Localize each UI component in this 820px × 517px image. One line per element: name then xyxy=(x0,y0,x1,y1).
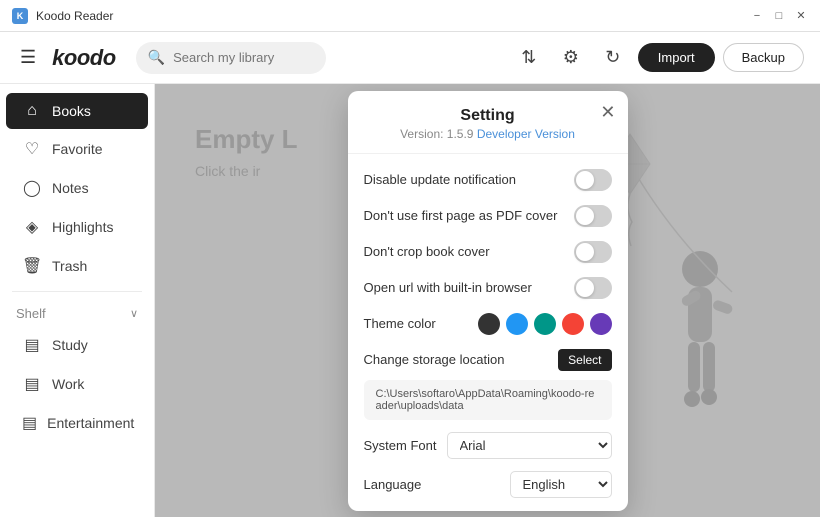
sidebar-item-notes-label: Notes xyxy=(52,180,89,196)
app-container: ☰ koodo 🔍 ⇅ ⚙ ↻ Import Backup ⌂ Books ♡ … xyxy=(0,32,820,517)
sidebar-item-books[interactable]: ⌂ Books xyxy=(6,93,148,129)
sidebar-item-favorite-label: Favorite xyxy=(52,141,103,157)
close-window-button[interactable]: ✕ xyxy=(794,9,808,23)
sidebar-item-entertainment-label: Entertainment xyxy=(47,415,134,431)
sidebar-item-trash[interactable]: 🗑 Trash xyxy=(6,247,148,285)
storage-label: Change storage location xyxy=(364,352,559,367)
sidebar-item-work-label: Work xyxy=(52,376,84,392)
modal-title: Setting xyxy=(460,107,514,125)
language-select[interactable]: English Chinese Spanish French xyxy=(510,471,612,498)
backup-button[interactable]: Backup xyxy=(723,43,804,72)
font-label: System Font xyxy=(364,438,447,453)
color-purple[interactable] xyxy=(590,313,612,335)
notes-icon: ◯ xyxy=(22,178,42,198)
sidebar-item-study[interactable]: ▤ Study xyxy=(6,326,148,364)
sidebar-item-books-label: Books xyxy=(52,103,91,119)
home-icon: ⌂ xyxy=(22,102,42,120)
shelf-section[interactable]: Shelf ∨ xyxy=(0,298,154,325)
sidebar-item-study-label: Study xyxy=(52,337,88,353)
trash-icon: 🗑 xyxy=(22,256,42,276)
title-bar-left: K Koodo Reader xyxy=(12,8,113,24)
setting-font: System Font Arial Times New Roman Verdan… xyxy=(348,426,628,465)
setting-disable-update: Disable update notification xyxy=(348,162,628,198)
setting-theme-color: Theme color xyxy=(348,306,628,342)
modal-divider-top xyxy=(348,153,628,154)
heart-icon: ♡ xyxy=(22,139,42,159)
modal-overlay: Setting ✕ Version: 1.5.9 Developer Versi… xyxy=(155,84,820,517)
sidebar-item-highlights[interactable]: ◈ Highlights xyxy=(6,208,148,246)
search-input[interactable] xyxy=(173,50,314,65)
search-box: 🔍 xyxy=(136,42,326,74)
highlights-icon: ◈ xyxy=(22,217,42,237)
window-controls: − □ ✕ xyxy=(750,9,808,23)
no-crop-toggle[interactable] xyxy=(574,241,612,263)
title-bar: K Koodo Reader − □ ✕ xyxy=(0,0,820,32)
entertainment-icon: ▤ xyxy=(22,413,37,433)
no-first-page-toggle[interactable] xyxy=(574,205,612,227)
storage-path: C:\Users\softaro\AppData\Roaming\koodo-r… xyxy=(364,380,612,420)
version-text: Version: 1.5.9 xyxy=(400,127,473,141)
study-icon: ▤ xyxy=(22,335,42,355)
maximize-button[interactable]: □ xyxy=(772,9,786,23)
sync-button[interactable]: ↻ xyxy=(596,41,630,75)
hamburger-button[interactable]: ☰ xyxy=(16,43,40,72)
chevron-down-icon: ∨ xyxy=(130,307,138,320)
color-teal[interactable] xyxy=(534,313,556,335)
search-engine-label: Default search engine xyxy=(364,510,481,511)
setting-no-crop: Don't crop book cover xyxy=(348,234,628,270)
settings-modal: Setting ✕ Version: 1.5.9 Developer Versi… xyxy=(348,91,628,511)
app-icon: K xyxy=(12,8,28,24)
minimize-button[interactable]: − xyxy=(750,9,764,23)
storage-select-button[interactable]: Select xyxy=(558,349,611,371)
modal-close-button[interactable]: ✕ xyxy=(600,103,615,121)
sidebar: ⌂ Books ♡ Favorite ◯ Notes ◈ Highlights … xyxy=(0,84,155,517)
header: ☰ koodo 🔍 ⇅ ⚙ ↻ Import Backup xyxy=(0,32,820,84)
body: ⌂ Books ♡ Favorite ◯ Notes ◈ Highlights … xyxy=(0,84,820,517)
sidebar-item-notes[interactable]: ◯ Notes xyxy=(6,169,148,207)
color-blue[interactable] xyxy=(506,313,528,335)
language-label: Language xyxy=(364,477,510,492)
setting-no-first-page: Don't use first page as PDF cover xyxy=(348,198,628,234)
sidebar-item-work[interactable]: ▤ Work xyxy=(6,365,148,403)
main-content: Empty L Click the ir xyxy=(155,84,820,517)
theme-color-picker xyxy=(478,313,612,335)
no-crop-label: Don't crop book cover xyxy=(364,244,574,259)
color-black[interactable] xyxy=(478,313,500,335)
disable-update-toggle[interactable] xyxy=(574,169,612,191)
modal-version: Version: 1.5.9 Developer Version xyxy=(348,125,628,153)
settings-button[interactable]: ⚙ xyxy=(554,41,588,75)
setting-open-url: Open url with built-in browser xyxy=(348,270,628,306)
logo: koodo xyxy=(52,45,116,71)
sidebar-item-trash-label: Trash xyxy=(52,258,87,274)
open-url-toggle[interactable] xyxy=(574,277,612,299)
theme-color-label: Theme color xyxy=(364,316,478,331)
sort-button[interactable]: ⇅ xyxy=(512,41,546,75)
setting-search-engine: Default search engine Google Bing DuckDu… xyxy=(348,504,628,511)
sidebar-item-entertainment[interactable]: ▤ Entertainment xyxy=(6,404,148,442)
developer-version-link[interactable]: Developer Version xyxy=(477,127,575,141)
header-actions: ⇅ ⚙ ↻ Import Backup xyxy=(512,41,804,75)
import-button[interactable]: Import xyxy=(638,43,715,72)
sidebar-divider xyxy=(12,291,142,292)
color-red[interactable] xyxy=(562,313,584,335)
disable-update-label: Disable update notification xyxy=(364,172,574,187)
modal-header: Setting ✕ xyxy=(348,91,628,125)
app-title: Koodo Reader xyxy=(36,9,113,23)
sidebar-item-favorite[interactable]: ♡ Favorite xyxy=(6,130,148,168)
setting-language: Language English Chinese Spanish French xyxy=(348,465,628,504)
no-first-page-label: Don't use first page as PDF cover xyxy=(364,208,574,223)
search-icon: 🔍 xyxy=(148,49,165,66)
shelf-label: Shelf xyxy=(16,306,46,321)
sidebar-item-highlights-label: Highlights xyxy=(52,219,113,235)
work-icon: ▤ xyxy=(22,374,42,394)
open-url-label: Open url with built-in browser xyxy=(364,280,574,295)
font-select[interactable]: Arial Times New Roman Verdana Georgia xyxy=(447,432,612,459)
setting-storage: Change storage location Select xyxy=(348,342,628,378)
